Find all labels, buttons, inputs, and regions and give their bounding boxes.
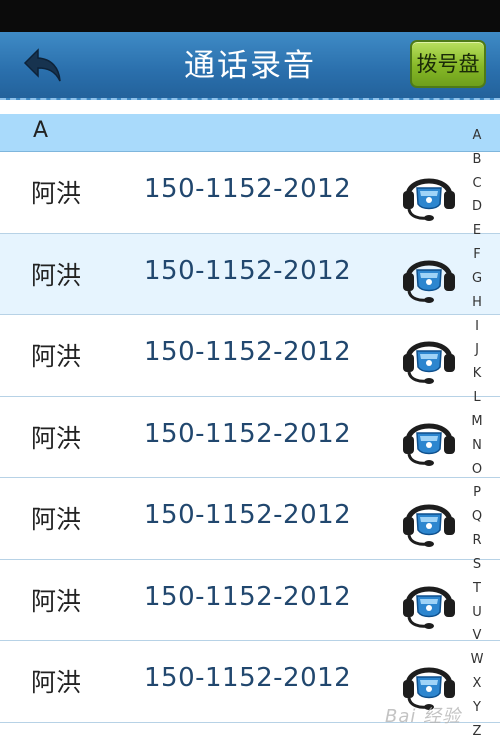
contact-phone: 150-1152-2012 — [144, 663, 352, 693]
index-letter[interactable]: I — [475, 319, 479, 335]
headset-recording-icon[interactable] — [400, 490, 458, 548]
headset-recording-icon[interactable] — [400, 164, 458, 222]
index-letter[interactable]: P — [473, 485, 481, 501]
index-letter[interactable]: C — [472, 176, 481, 192]
index-letter[interactable]: L — [473, 390, 480, 406]
index-letter[interactable]: A — [473, 128, 482, 144]
index-letter[interactable]: R — [472, 533, 481, 549]
headset-recording-icon[interactable] — [400, 246, 458, 304]
index-letter[interactable]: S — [473, 557, 481, 573]
contact-phone: 150-1152-2012 — [144, 500, 352, 530]
index-letter[interactable]: J — [475, 342, 479, 358]
index-letter[interactable]: H — [472, 295, 482, 311]
contact-name: 阿洪 — [31, 342, 82, 371]
contact-phone: 150-1152-2012 — [144, 337, 352, 367]
index-letter[interactable]: F — [473, 247, 480, 263]
index-letter[interactable]: M — [471, 414, 482, 430]
watermark: Bai 经验 — [385, 706, 462, 727]
section-letter: A — [33, 118, 49, 143]
index-letter[interactable]: Q — [472, 509, 482, 525]
list-item[interactable]: 阿洪 150-1152-2012 — [0, 233, 500, 315]
list-item[interactable]: 阿洪 150-1152-2012 — [0, 478, 500, 560]
headset-recording-icon[interactable] — [400, 409, 458, 467]
contact-name: 阿洪 — [31, 179, 82, 208]
index-letter[interactable]: D — [472, 199, 482, 215]
list-item[interactable]: 阿洪 150-1152-2012 — [0, 315, 500, 397]
headset-recording-icon[interactable] — [400, 327, 458, 385]
contact-name: 阿洪 — [31, 668, 82, 697]
status-bar — [0, 0, 500, 32]
index-letter[interactable]: O — [472, 462, 482, 478]
section-header: A — [0, 114, 500, 152]
dial-pad-button[interactable]: 拨号盘 — [410, 40, 486, 88]
index-letter[interactable]: X — [473, 676, 482, 692]
contact-name: 阿洪 — [31, 505, 82, 534]
contact-name: 阿洪 — [31, 260, 82, 290]
list-item[interactable]: 阿洪 150-1152-2012 — [0, 396, 500, 478]
index-letter[interactable]: K — [473, 366, 482, 382]
headset-recording-icon[interactable] — [400, 572, 458, 630]
contact-phone: 150-1152-2012 — [144, 174, 352, 204]
index-letter[interactable]: N — [472, 438, 482, 454]
index-letter[interactable]: T — [473, 581, 481, 597]
index-letter[interactable]: G — [472, 271, 482, 287]
index-letter[interactable]: E — [473, 223, 481, 239]
app-header: 通话录音 拨号盘 — [0, 32, 500, 100]
index-letter[interactable]: Y — [473, 700, 481, 716]
contact-list: 阿洪 150-1152-2012 阿洪 150-1152-2012 阿洪 150… — [0, 152, 500, 723]
contact-phone: 150-1152-2012 — [144, 255, 352, 286]
contact-name: 阿洪 — [31, 586, 82, 616]
list-item[interactable]: 阿洪 150-1152-2012 — [0, 152, 500, 234]
index-letter[interactable]: B — [473, 152, 482, 168]
contact-phone: 150-1152-2012 — [144, 581, 352, 612]
index-letter[interactable]: Z — [473, 724, 482, 740]
index-letter[interactable]: W — [471, 652, 484, 668]
contact-phone: 150-1152-2012 — [144, 418, 352, 449]
contact-name: 阿洪 — [31, 423, 82, 453]
list-item[interactable]: 阿洪 150-1152-2012 — [0, 559, 500, 641]
alphabet-index[interactable]: ABCDEFGHIJKLMNOPQRSTUVWXYZ — [466, 128, 488, 740]
index-letter[interactable]: U — [472, 605, 482, 621]
index-letter[interactable]: V — [473, 628, 482, 644]
